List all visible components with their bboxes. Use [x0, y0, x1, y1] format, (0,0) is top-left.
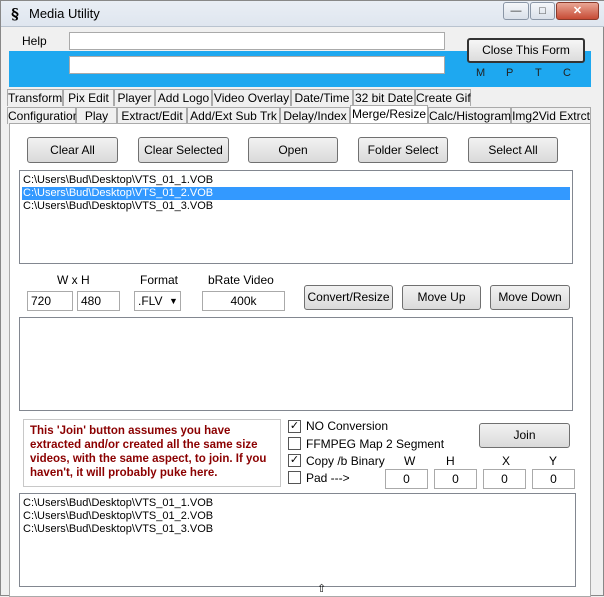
tab-transform[interactable]: Transform: [7, 89, 63, 106]
maximize-button[interactable]: □: [530, 2, 555, 20]
tab-date-time[interactable]: Date/Time: [291, 89, 353, 106]
pad-h-label: H: [446, 454, 455, 468]
tab-add-ext-sub-trk[interactable]: Add/Ext Sub Trk: [187, 107, 280, 124]
select-all-button[interactable]: Select All: [468, 137, 558, 163]
list-item-selected[interactable]: C:\Users\Bud\Desktop\VTS_01_2.VOB: [22, 187, 570, 200]
log-textbox[interactable]: [19, 317, 573, 411]
tab-player[interactable]: Player: [114, 89, 155, 106]
no-conversion-checkbox[interactable]: ✓: [288, 420, 301, 433]
close-form-button[interactable]: Close This Form: [467, 38, 585, 63]
window-title: Media Utility: [29, 6, 100, 21]
tab-video-overlay[interactable]: Video Overlay: [212, 89, 291, 106]
clear-all-button[interactable]: Clear All: [27, 137, 118, 163]
tab-row-1: Transform Pix Edit Player Add Logo Video…: [7, 89, 587, 106]
bitrate-input[interactable]: 400k: [202, 291, 285, 311]
p-label[interactable]: P: [506, 67, 513, 79]
join-button[interactable]: Join: [479, 423, 570, 448]
folder-select-button[interactable]: Folder Select: [358, 137, 448, 163]
output-list[interactable]: C:\Users\Bud\Desktop\VTS_01_1.VOB C:\Use…: [19, 493, 576, 587]
tab-merge-resize[interactable]: Merge/Resize: [350, 105, 428, 124]
close-window-button[interactable]: ✕: [556, 2, 599, 20]
pad-label: Pad --->: [306, 471, 350, 485]
m-label[interactable]: M: [476, 67, 485, 79]
pad-x-label: X: [502, 454, 511, 468]
pad-y-input[interactable]: 0: [532, 469, 575, 489]
pad-x-input[interactable]: 0: [483, 469, 526, 489]
t-label[interactable]: T: [535, 67, 542, 79]
resize-cursor-icon: ⇧: [317, 583, 327, 595]
header-textbox-1[interactable]: [69, 32, 445, 50]
tab-add-logo[interactable]: Add Logo: [155, 89, 212, 106]
move-up-button[interactable]: Move Up: [402, 285, 481, 310]
open-button[interactable]: Open: [248, 137, 338, 163]
tab-configuration[interactable]: Configuration: [7, 107, 79, 124]
copy-binary-checkbox[interactable]: ✓: [288, 454, 301, 467]
ffmpeg-map-checkbox[interactable]: [288, 437, 301, 450]
tab-row-2: Configuration Play Extract/Edit Add/Ext …: [7, 105, 591, 124]
tab-img2vid-extrct[interactable]: Img2Vid Extrct: [511, 107, 591, 124]
menu-help[interactable]: Help: [9, 31, 61, 51]
join-warning-text: This 'Join' button assumes you have extr…: [23, 419, 281, 487]
list-item[interactable]: C:\Users\Bud\Desktop\VTS_01_2.VOB: [22, 510, 562, 523]
bitrate-label: bRate Video: [208, 273, 274, 287]
main-window: § Media Utility — □ ✕ Help Close This Fo…: [0, 0, 604, 597]
file-list[interactable]: C:\Users\Bud\Desktop\VTS_01_1.VOB C:\Use…: [19, 170, 573, 264]
minimize-button[interactable]: —: [503, 2, 529, 20]
c-label[interactable]: C: [563, 67, 571, 79]
tab-calc-histogram[interactable]: Calc/Histogram: [428, 107, 511, 124]
list-item[interactable]: C:\Users\Bud\Desktop\VTS_01_1.VOB: [22, 174, 570, 187]
width-input[interactable]: 720: [27, 291, 73, 311]
header-textbox-2[interactable]: [69, 56, 445, 74]
no-conversion-label: NO Conversion: [306, 419, 389, 433]
format-select[interactable]: .FLV ▼: [134, 291, 181, 311]
title-bar: § Media Utility — □ ✕: [1, 1, 604, 27]
wxh-label: W x H: [57, 273, 90, 287]
tab-delay-index[interactable]: Delay/Index: [280, 107, 350, 124]
tab-32-bit-date[interactable]: 32 bit Date: [353, 89, 415, 106]
move-down-button[interactable]: Move Down: [490, 285, 570, 310]
copy-binary-label: Copy /b Binary: [306, 454, 385, 468]
list-item[interactable]: C:\Users\Bud\Desktop\VTS_01_3.VOB: [22, 523, 562, 536]
convert-resize-button[interactable]: Convert/Resize: [304, 285, 393, 310]
tab-create-gif[interactable]: Create Gif: [415, 89, 471, 106]
pad-h-input[interactable]: 0: [434, 469, 477, 489]
tab-play[interactable]: Play: [76, 107, 117, 124]
format-value: .FLV: [138, 294, 163, 308]
height-input[interactable]: 480: [77, 291, 120, 311]
pad-w-label: W: [404, 454, 416, 468]
list-item[interactable]: C:\Users\Bud\Desktop\VTS_01_3.VOB: [22, 200, 570, 213]
chevron-down-icon: ▼: [169, 296, 178, 306]
pad-w-input[interactable]: 0: [385, 469, 428, 489]
pad-checkbox[interactable]: [288, 471, 301, 484]
clear-selected-button[interactable]: Clear Selected: [138, 137, 229, 163]
tab-extract-edit[interactable]: Extract/Edit: [117, 107, 187, 124]
pad-y-label: Y: [549, 454, 558, 468]
app-icon: §: [11, 5, 19, 23]
tab-pix-edit[interactable]: Pix Edit: [63, 89, 114, 106]
format-label: Format: [140, 273, 179, 287]
ffmpeg-map-label: FFMPEG Map 2 Segment: [306, 437, 445, 451]
list-item[interactable]: C:\Users\Bud\Desktop\VTS_01_1.VOB: [22, 497, 562, 510]
